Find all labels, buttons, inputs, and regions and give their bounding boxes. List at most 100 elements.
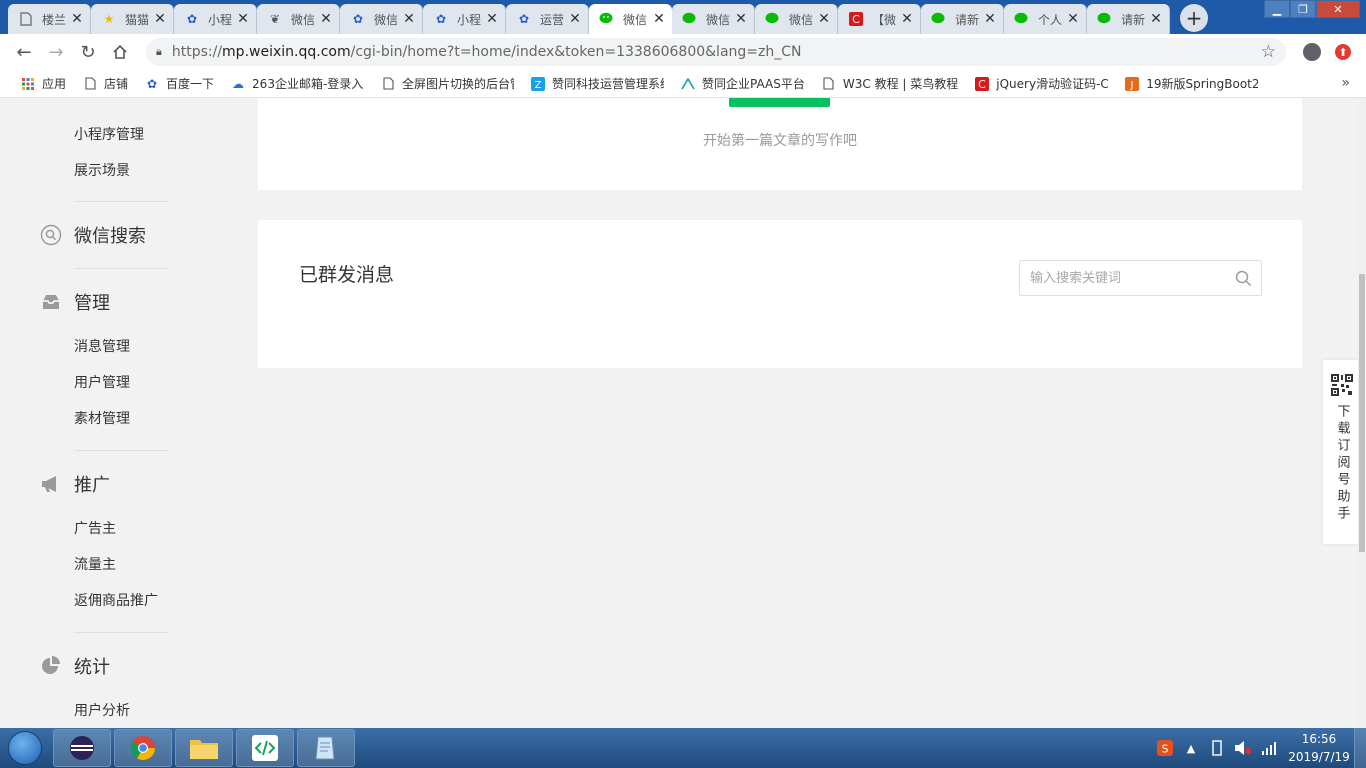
tab-12[interactable]: 个人 ✕	[1004, 4, 1087, 34]
sidebar-item-materials[interactable]: 素材管理	[74, 408, 130, 428]
close-icon[interactable]: ✕	[652, 11, 666, 27]
clock[interactable]: 16:56 2019/7/19	[1284, 730, 1354, 766]
taskbar-app-explorer[interactable]	[175, 729, 233, 767]
windows-taskbar: S ▲ 16:56 2019/7/19	[0, 728, 1366, 768]
omnibox[interactable]: 🔒︎ https://mp.weixin.qq.com/cgi-bin/home…	[146, 38, 1286, 66]
close-icon[interactable]: ✕	[983, 11, 997, 27]
sidebar-item-users[interactable]: 用户管理	[74, 372, 130, 392]
device-icon[interactable]	[1206, 738, 1228, 758]
sidebar-item-miniprogram[interactable]: 小程序管理	[74, 124, 144, 144]
reload-button[interactable]: ↻	[72, 38, 104, 66]
sidebar-item-scenes[interactable]: 展示场景	[74, 160, 130, 180]
close-window-button[interactable]: ✕	[1316, 0, 1360, 18]
bookmark-item[interactable]: ✿ 百度一下	[136, 72, 222, 96]
start-button[interactable]	[0, 728, 50, 768]
bookmark-item[interactable]: ☁ 263企业邮箱-登录入口	[222, 72, 372, 96]
tab-6[interactable]: ✿ 运营 ✕	[506, 4, 589, 34]
back-button[interactable]: ←	[8, 38, 40, 66]
ime-icon[interactable]: S	[1154, 738, 1176, 758]
close-icon[interactable]: ✕	[319, 11, 333, 27]
minimize-button[interactable]: ▁	[1264, 0, 1290, 18]
tab-3[interactable]: ❦ 微信 ✕	[257, 4, 340, 34]
close-icon[interactable]: ✕	[402, 11, 416, 27]
baidu-paw-icon: ✿	[518, 12, 530, 26]
tab-5[interactable]: ✿ 小程 ✕	[423, 4, 506, 34]
bookmark-item[interactable]: J 19新版SpringBoot2	[1116, 72, 1266, 96]
tab-1[interactable]: ★ 猫猫 ✕	[91, 4, 174, 34]
tab-0[interactable]: 楼兰 ✕	[8, 4, 91, 34]
taskbar-app-editor[interactable]	[236, 729, 294, 767]
taskbar-app-chrome[interactable]	[114, 729, 172, 767]
bookmark-item[interactable]: 店铺	[74, 72, 136, 96]
close-icon[interactable]: ✕	[485, 11, 499, 27]
bookmark-label: jQuery滑动验证码-C	[996, 77, 1109, 91]
close-icon[interactable]: ✕	[236, 11, 250, 27]
tab-11[interactable]: 请新 ✕	[921, 4, 1004, 34]
close-icon[interactable]: ✕	[1149, 11, 1163, 27]
sidebar-item-user-analysis[interactable]: 用户分析	[74, 700, 130, 720]
bookmark-item[interactable]: 赞同企业PAAS平台	[672, 72, 813, 96]
wechat-icon	[682, 11, 698, 27]
bookmark-apps[interactable]: 应用	[12, 72, 74, 96]
tab-label: 微信	[374, 12, 399, 27]
sidebar-section-manage[interactable]: 管理	[40, 289, 110, 315]
sidebar-item-commission[interactable]: 返佣商品推广	[74, 590, 158, 610]
show-desktop-button[interactable]	[1354, 728, 1366, 768]
close-icon[interactable]: ✕	[734, 11, 748, 27]
address-bar: ← → ↻ 🔒︎ https://mp.weixin.qq.com/cgi-bi…	[0, 34, 1366, 70]
close-icon[interactable]: ✕	[1066, 11, 1080, 27]
page-icon	[380, 76, 396, 92]
tab-label: 请新	[1121, 12, 1146, 27]
wechat-search-icon	[40, 224, 62, 246]
sidebar-section-stats[interactable]: 统计	[40, 653, 110, 679]
tab-label: 猫猫	[125, 12, 150, 27]
volume-muted-icon[interactable]	[1232, 738, 1254, 758]
baidu-paw-icon: ✿	[186, 12, 198, 26]
profile-button[interactable]	[1296, 43, 1328, 61]
search-icon[interactable]	[1225, 261, 1261, 295]
close-icon[interactable]: ✕	[70, 11, 84, 27]
new-article-button[interactable]	[729, 98, 830, 107]
extension-button[interactable]: ⬆	[1328, 44, 1358, 60]
taskbar-app-notepad[interactable]	[297, 729, 355, 767]
sidebar-item-advertiser[interactable]: 广告主	[74, 518, 116, 538]
close-icon[interactable]: ✕	[568, 11, 582, 27]
sidebar-item-publisher[interactable]: 流量主	[74, 554, 116, 574]
tab-13[interactable]: 请新 ✕	[1087, 4, 1170, 34]
tab-4[interactable]: ✿ 微信 ✕	[340, 4, 423, 34]
section-title: 统计	[74, 657, 110, 678]
close-icon[interactable]: ✕	[153, 11, 167, 27]
new-tab-button[interactable]: +	[1180, 4, 1208, 32]
close-icon[interactable]: ✕	[900, 11, 914, 27]
bookmark-item[interactable]: 全屏图片切换的后台管	[372, 72, 522, 96]
sidebar-item-messages[interactable]: 消息管理	[74, 336, 130, 356]
tab-9[interactable]: 微信 ✕	[755, 4, 838, 34]
tab-label: 微信	[789, 12, 814, 27]
network-signal-icon[interactable]	[1258, 738, 1280, 758]
tab-7-active[interactable]: 微信 ✕	[589, 4, 672, 34]
close-icon[interactable]: ✕	[817, 11, 831, 27]
forward-button[interactable]: →	[40, 38, 72, 66]
bookmark-item[interactable]: C jQuery滑动验证码-C	[966, 72, 1116, 96]
system-tray: S ▲ 16:56 2019/7/19	[1154, 728, 1366, 768]
tab-2[interactable]: ✿ 小程 ✕	[174, 4, 257, 34]
bookmark-star-icon[interactable]: ☆	[1261, 42, 1276, 62]
scrollbar-thumb[interactable]	[1359, 274, 1365, 552]
tab-10[interactable]: C 【微 ✕	[838, 4, 921, 34]
home-button[interactable]	[104, 38, 136, 66]
tray-expand-icon[interactable]: ▲	[1180, 738, 1202, 758]
download-helper-widget[interactable]: 下载订阅号助手	[1323, 360, 1361, 544]
maximize-button[interactable]: ❐	[1290, 0, 1316, 18]
sidebar-section-promotion[interactable]: 推广	[40, 471, 110, 497]
tab-8[interactable]: 微信 ✕	[672, 4, 755, 34]
taskbar-app-eclipse[interactable]	[53, 729, 111, 767]
page-scrollbar[interactable]	[1358, 98, 1366, 728]
sidebar-section-search[interactable]: 微信搜索	[40, 222, 146, 248]
bookmarks-overflow-button[interactable]: »	[1341, 75, 1350, 91]
bookmark-item[interactable]: W3C 教程 | 菜鸟教程	[813, 72, 966, 96]
search-input[interactable]	[1020, 261, 1225, 295]
bookmark-item[interactable]: Z 赞同科技运营管理系统	[522, 72, 672, 96]
bookmark-label: 19新版SpringBoot2	[1146, 77, 1259, 91]
url-text[interactable]: https://mp.weixin.qq.com/cgi-bin/home?t=…	[172, 44, 1261, 60]
chrome-icon	[130, 736, 155, 761]
